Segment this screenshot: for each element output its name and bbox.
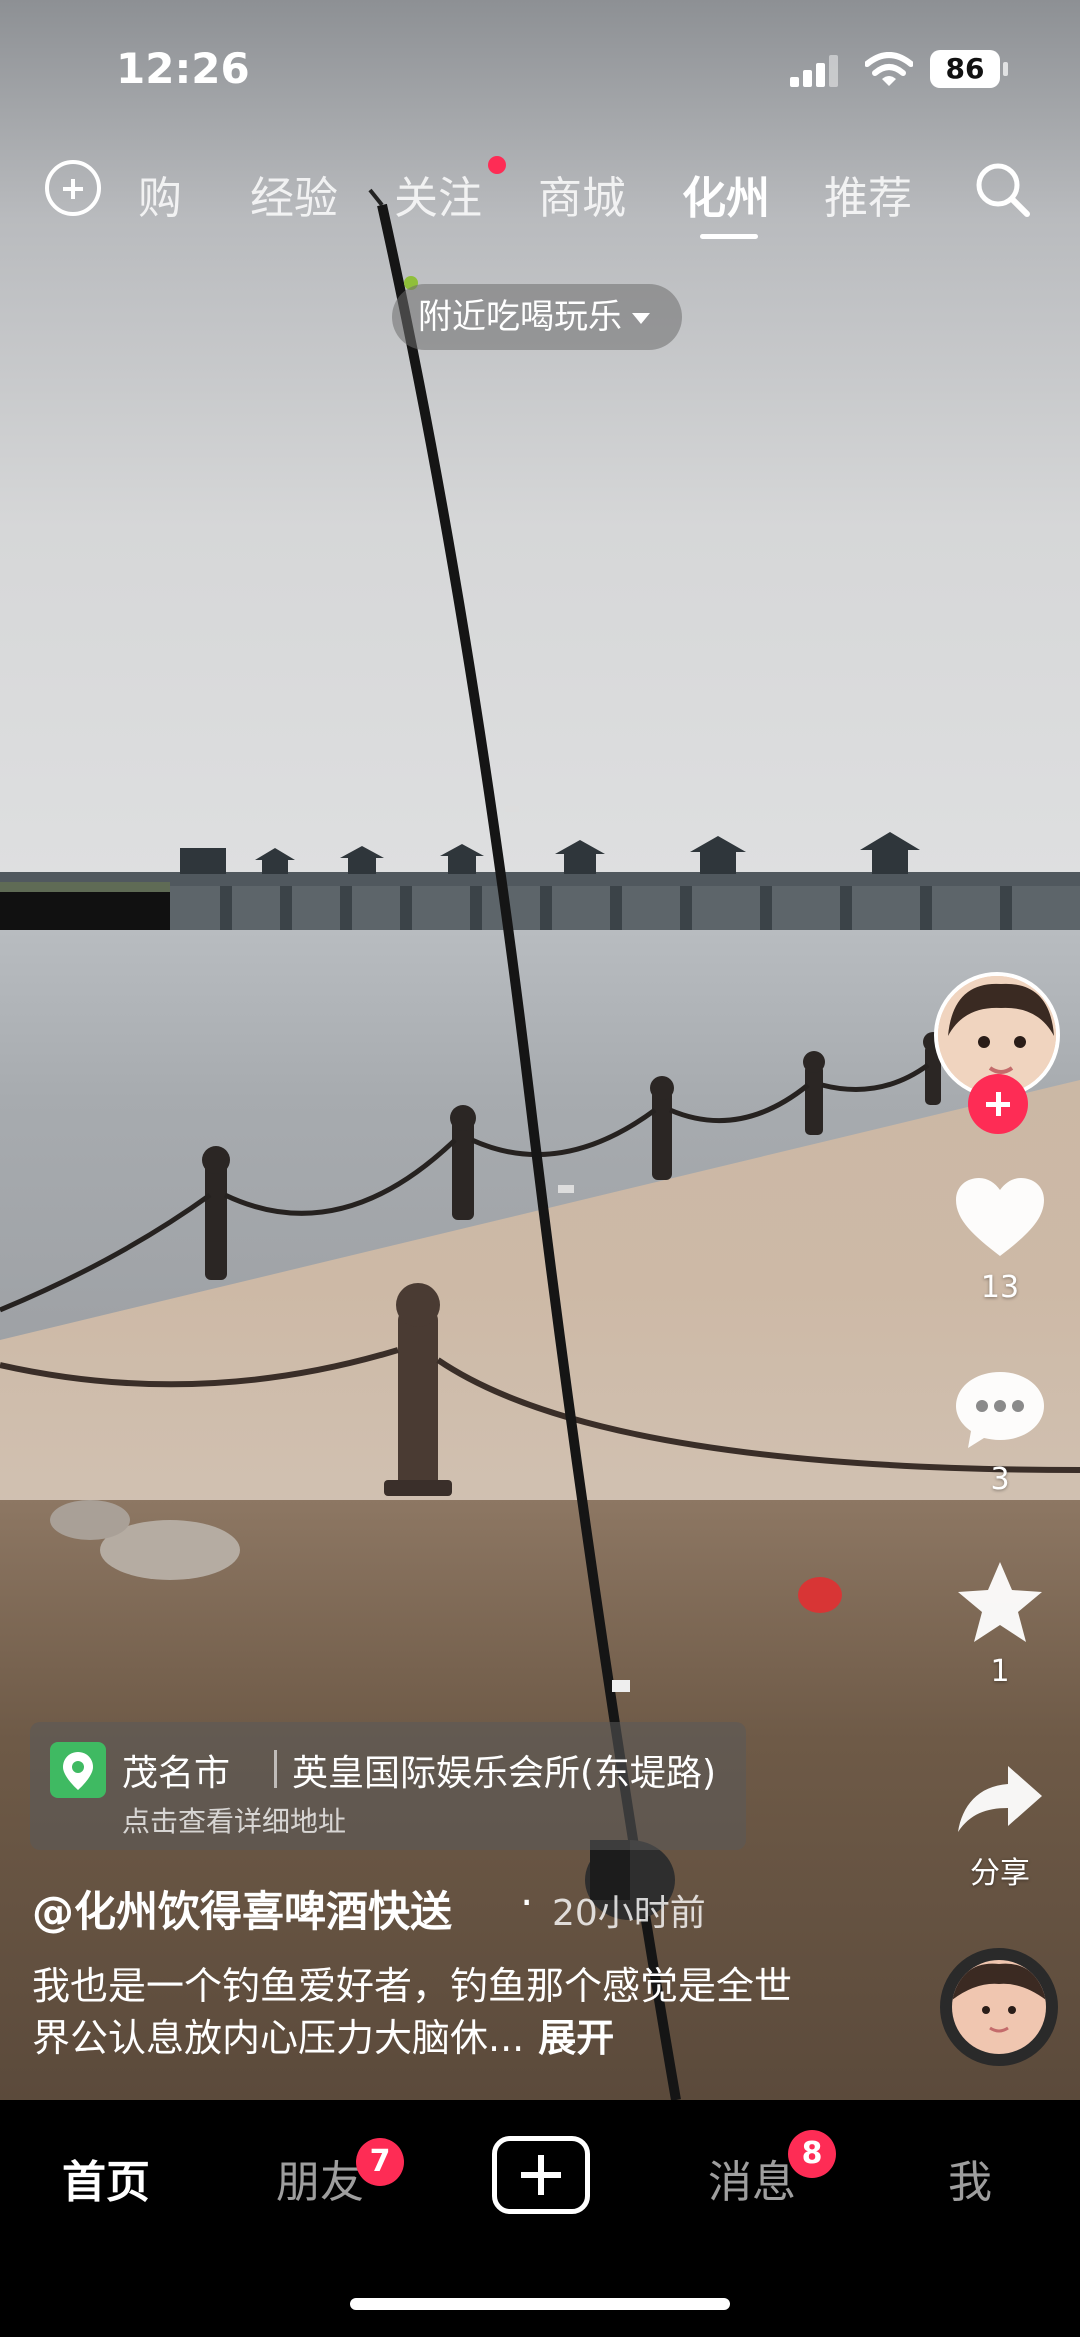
- nav-friends[interactable]: 朋友: [276, 2146, 364, 2210]
- messages-badge: 8: [788, 2130, 836, 2178]
- battery-nub: [1003, 62, 1008, 76]
- nearby-pill-label: 附近吃喝玩乐: [418, 297, 622, 337]
- location-pin-icon: [50, 1742, 106, 1798]
- location-place: 英皇国际娱乐会所(东堤路): [292, 1753, 717, 1794]
- comment-count: 3: [990, 1462, 1010, 1497]
- location-city: 茂名市: [122, 1753, 231, 1794]
- following-notification-dot: [488, 156, 506, 174]
- search-icon[interactable]: [973, 160, 1033, 220]
- active-tab-indicator: [700, 234, 758, 239]
- comment-icon: [956, 1372, 1044, 1448]
- tab-huazhou[interactable]: 化州: [682, 162, 770, 226]
- post-time: 20小时前: [552, 1893, 706, 1934]
- favorite-action[interactable]: 1: [940, 1560, 1060, 1689]
- meta-separator: ·: [520, 1878, 534, 1927]
- battery-level: 86: [930, 50, 1000, 88]
- like-action[interactable]: 13: [940, 1176, 1060, 1305]
- nav-home[interactable]: 首页: [62, 2146, 150, 2210]
- tab-recommend[interactable]: 推荐: [824, 162, 912, 226]
- wifi-icon: [865, 52, 913, 86]
- nav-me[interactable]: 我: [948, 2146, 992, 2210]
- caption-text: 我也是一个钓鱼爱好者，钓鱼那个感觉是全世界公认息放内心压力大脑休...: [32, 1964, 793, 2060]
- friends-badge: 7: [356, 2138, 404, 2186]
- tab-experience[interactable]: 经验: [250, 162, 338, 226]
- star-icon: [958, 1562, 1042, 1642]
- location-hint: 点击查看详细地址: [122, 1805, 347, 1838]
- create-post-button[interactable]: [492, 2136, 590, 2214]
- like-count: 13: [980, 1270, 1020, 1305]
- cellular-signal-icon: [790, 55, 838, 87]
- top-tab-bar: 购 经验 关注 商城 化州 推荐: [0, 150, 1080, 240]
- location-card[interactable]: 茂名市 英皇国际娱乐会所(东堤路) 点击查看详细地址: [30, 1722, 746, 1850]
- share-arrow-icon: [958, 1766, 1042, 1832]
- nearby-food-fun-pill[interactable]: 附近吃喝玩乐: [392, 284, 682, 350]
- comment-action[interactable]: 3: [940, 1368, 1060, 1497]
- nav-messages[interactable]: 消息: [708, 2146, 796, 2210]
- clock-time: 12:26: [116, 44, 250, 93]
- post-caption[interactable]: 我也是一个钓鱼爱好者，钓鱼那个感觉是全世界公认息放内心压力大脑休... 展开: [32, 1960, 802, 2064]
- tab-following[interactable]: 关注: [394, 162, 482, 226]
- music-disc-avatar[interactable]: [940, 1948, 1058, 2066]
- favorite-count: 1: [990, 1654, 1010, 1689]
- home-indicator[interactable]: [350, 2298, 730, 2310]
- tab-mall[interactable]: 商城: [538, 162, 626, 226]
- share-action[interactable]: 分享: [940, 1762, 1060, 1892]
- expand-button[interactable]: 展开: [538, 2016, 614, 2060]
- add-circle-icon[interactable]: [45, 160, 101, 216]
- bottom-nav-bar: 首页 朋友 7 消息 8 我: [0, 2100, 1080, 2337]
- tab-shopping[interactable]: 购: [138, 162, 182, 226]
- caret-down-icon: [632, 313, 650, 324]
- author-handle[interactable]: @化州饮得喜啤酒快送: [32, 1878, 452, 1939]
- follow-plus-button[interactable]: [968, 1074, 1028, 1134]
- share-label: 分享: [970, 1856, 1030, 1891]
- heart-icon: [956, 1178, 1044, 1256]
- status-bar: 12:26 86: [0, 0, 1080, 140]
- location-divider: [274, 1750, 277, 1788]
